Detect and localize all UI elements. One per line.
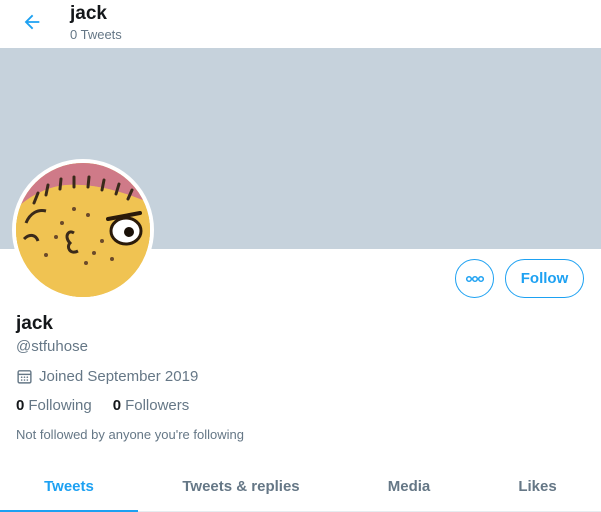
- tab-tweets-and-replies[interactable]: Tweets & replies: [138, 462, 344, 511]
- avatar[interactable]: [12, 159, 154, 301]
- calendar-icon: [16, 368, 33, 385]
- joined-date: Joined September 2019: [16, 368, 198, 385]
- tab-likes[interactable]: Likes: [474, 462, 601, 511]
- follow-counts: 0 Following 0 Followers: [16, 397, 210, 414]
- follow-button[interactable]: Follow: [505, 259, 584, 298]
- header-title: jack: [70, 3, 107, 24]
- followers-link[interactable]: 0 Followers: [113, 397, 190, 414]
- following-link[interactable]: 0 Following: [16, 397, 92, 414]
- top-bar: jack 0 Tweets: [0, 0, 601, 48]
- following-count: 0: [16, 397, 25, 414]
- followers-count: 0: [112, 397, 122, 414]
- arrow-left-icon: [21, 11, 43, 38]
- following-label: Following: [28, 397, 92, 414]
- profile-tabs: Tweets Tweets & replies Media Likes: [0, 462, 601, 512]
- mutual-followers-note: Not followed by anyone you're following: [16, 427, 244, 442]
- more-dots-icon: [465, 270, 485, 288]
- joined-text: Joined September 2019: [39, 368, 199, 385]
- profile-name: jack: [16, 313, 53, 334]
- more-options-button[interactable]: [455, 259, 494, 298]
- followers-label: Followers: [125, 397, 190, 414]
- back-button[interactable]: [14, 6, 50, 42]
- header-tweet-count: 0 Tweets: [70, 27, 122, 42]
- tab-media[interactable]: Media: [344, 462, 474, 511]
- profile-handle: @stfuhose: [16, 338, 88, 355]
- tab-tweets[interactable]: Tweets: [0, 462, 138, 512]
